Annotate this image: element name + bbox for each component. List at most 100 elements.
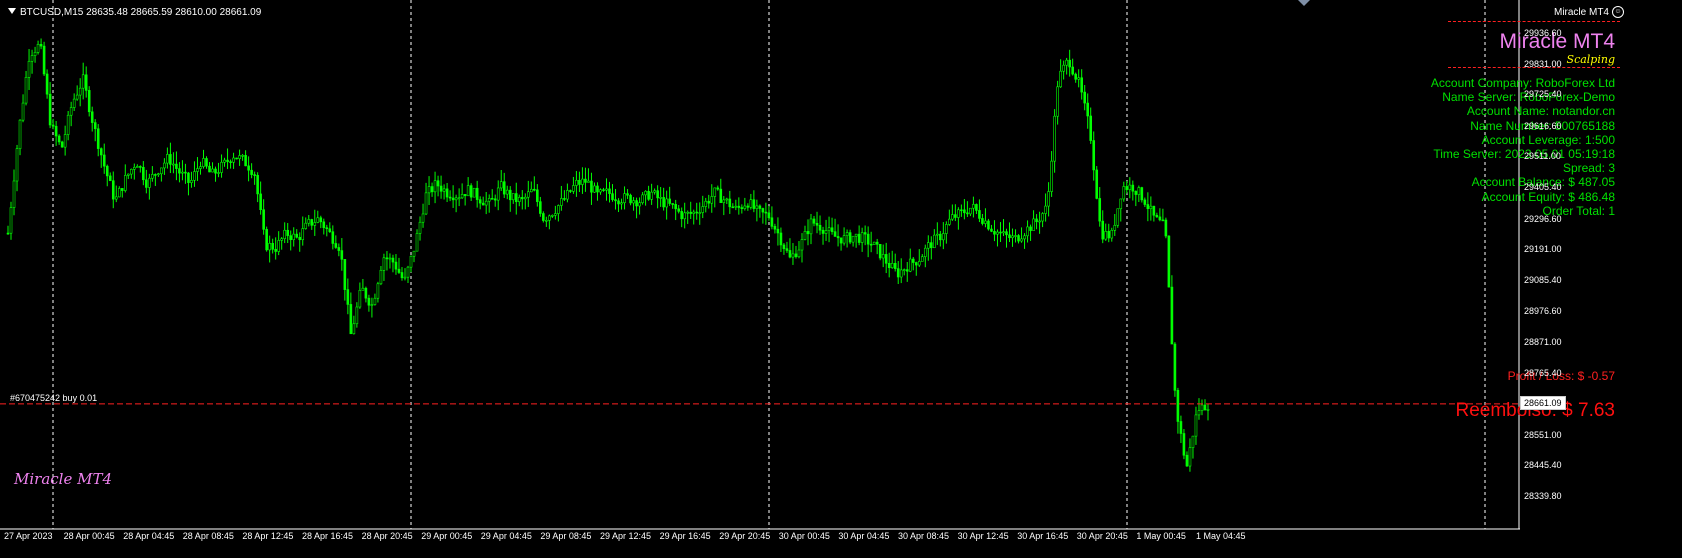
candle-body	[707, 200, 711, 204]
candle-body	[689, 211, 693, 214]
candle-body	[1098, 198, 1102, 222]
candle-body	[1197, 410, 1201, 416]
candle-body	[18, 119, 22, 149]
candle-body	[87, 90, 91, 113]
candle-body	[1035, 218, 1038, 223]
candle-body	[436, 180, 440, 187]
candle-body	[111, 180, 115, 200]
candle-body	[866, 233, 870, 245]
candle-body	[566, 190, 569, 200]
candle-body	[668, 198, 671, 204]
candle-body	[548, 215, 551, 221]
candle-body	[746, 205, 750, 208]
candle-body	[1161, 219, 1165, 222]
candle-body	[927, 242, 930, 249]
candle-body	[836, 236, 840, 239]
price-tick-label: 29725.40	[1524, 89, 1562, 100]
candle-body	[451, 197, 455, 201]
candle-body	[24, 77, 28, 104]
candle-body	[78, 87, 82, 96]
price-tick-label: 28871.00	[1524, 336, 1562, 347]
candle-body	[496, 187, 500, 201]
candle-body	[178, 168, 181, 174]
candle-body	[1170, 286, 1174, 345]
candle-body	[560, 198, 563, 206]
expert-advisor-label[interactable]: Miracle MT4 ☺	[1554, 6, 1624, 18]
candle-body	[322, 221, 326, 228]
time-tick-label: 29 Apr 16:45	[659, 531, 711, 541]
candle-body	[409, 255, 413, 268]
watermark-logo: Miracle MT4	[14, 470, 113, 488]
candle-body	[63, 134, 67, 148]
candle-body	[1077, 77, 1080, 80]
candle-body	[945, 224, 948, 234]
candle-body	[283, 229, 286, 240]
candle-body	[1200, 404, 1204, 411]
candle-body	[148, 177, 151, 188]
candle-body	[963, 209, 966, 214]
candle-body	[295, 233, 299, 238]
candle-body	[839, 237, 843, 244]
candle-body	[15, 148, 19, 182]
candle-body	[1107, 231, 1111, 239]
candle-body	[1014, 235, 1017, 237]
candle-body	[695, 211, 699, 214]
candle-body	[788, 250, 792, 258]
candle-body	[199, 166, 202, 169]
price-tick-label: 29616.60	[1524, 120, 1562, 131]
candle-body	[385, 257, 389, 260]
time-tick-label: 28 Apr 00:45	[63, 531, 115, 541]
candle-body	[818, 224, 822, 231]
candle-body	[584, 178, 587, 183]
candle-body	[860, 232, 864, 243]
candle-body	[530, 188, 533, 193]
candle-body	[505, 189, 509, 195]
price-tick-label: 28445.40	[1524, 460, 1562, 471]
candle-body	[120, 188, 124, 191]
candle-body	[214, 168, 217, 174]
candle-body	[722, 199, 726, 203]
candle-body	[545, 220, 548, 222]
candle-body	[899, 269, 903, 278]
candle-body	[352, 323, 356, 335]
candle-body	[833, 231, 837, 237]
candle-body	[364, 287, 368, 299]
candle-body	[575, 179, 578, 186]
candle-body	[337, 247, 341, 251]
account-info-panel: Account Company: RoboForex Ltd Name Serve…	[1431, 76, 1615, 218]
candle-body	[999, 231, 1002, 234]
candle-body	[662, 197, 665, 208]
order-line-label[interactable]: #670475242 buy 0.01	[10, 393, 97, 403]
candle-body	[590, 180, 593, 193]
candle-body	[175, 163, 178, 169]
candle-body	[623, 193, 626, 203]
candle-body	[319, 217, 323, 223]
candle-body	[975, 204, 978, 211]
candle-body	[376, 283, 380, 299]
candle-body	[776, 228, 780, 234]
candle-body	[130, 168, 133, 175]
candle-body	[42, 45, 46, 75]
candle-body	[650, 191, 653, 200]
candle-body	[996, 231, 999, 235]
candle-body	[478, 199, 482, 204]
candle-body	[851, 235, 855, 243]
candle-body	[1188, 447, 1192, 467]
candle-body	[54, 125, 58, 137]
candle-body	[127, 173, 130, 176]
collapse-triangle-icon[interactable]	[8, 8, 16, 14]
candle-body	[902, 269, 906, 271]
candle-body	[286, 229, 289, 236]
price-tick-label: 28551.00	[1524, 429, 1562, 440]
candle-body	[966, 212, 969, 215]
time-tick-label: 28 Apr 08:45	[182, 531, 234, 541]
shift-marker-icon[interactable]	[1298, 0, 1310, 6]
chart-window[interactable]: BTCUSD,M15 28635.48 28665.59 28610.00 28…	[0, 0, 1682, 558]
candle-body	[930, 242, 933, 249]
candle-body	[145, 179, 148, 188]
candle-body	[869, 243, 873, 246]
candle-body	[1089, 115, 1093, 141]
candle-body	[1071, 66, 1074, 75]
candle-body	[710, 196, 714, 204]
price-chart[interactable]	[0, 0, 1682, 558]
